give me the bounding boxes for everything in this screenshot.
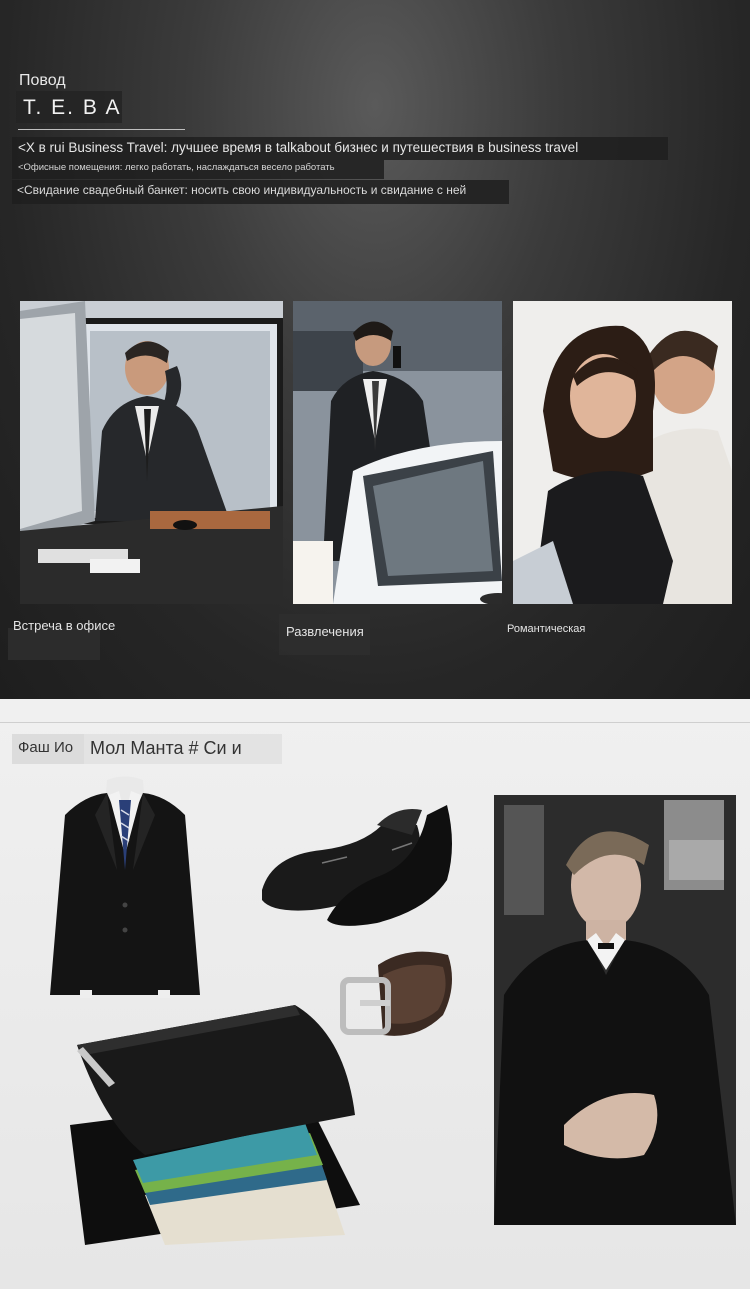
bullet-date: <Свидание свадебный банкет: носить свою …: [17, 183, 467, 197]
caption-office: Встреча в офисе: [13, 618, 116, 633]
caption-romantic: Романтическая: [507, 623, 586, 633]
occasion-label: Повод: [19, 72, 66, 89]
couple-romantic-photo: [513, 301, 732, 604]
fashion-tag-short: Фаш Ио: [18, 739, 74, 756]
businessman-car-phone-photo: [293, 301, 502, 604]
model-in-suit-photo: [494, 795, 736, 1225]
leather-shoes-icon: [262, 805, 452, 926]
occasion-section: Повод T. E. B A <X в rui Business Travel…: [0, 0, 750, 699]
brand-name: T. E. B A: [23, 96, 122, 119]
bullet-office: <Офисные помещения: легко работать, насл…: [18, 162, 335, 173]
brand-underline: [18, 129, 185, 130]
caption-entertainment: Развлечения: [286, 624, 364, 639]
suit-jacket-icon: [50, 776, 200, 998]
leather-wallet-icon: [70, 1005, 360, 1245]
product-detail-page: Повод T. E. B A <X в rui Business Travel…: [0, 0, 750, 1289]
fashion-tag-long: Мол Манта # Си и: [90, 738, 242, 758]
section-divider: [0, 722, 750, 723]
businessman-office-photo: [20, 301, 283, 604]
bullet-business-travel: <X в rui Business Travel: лучшее время в…: [18, 140, 579, 155]
